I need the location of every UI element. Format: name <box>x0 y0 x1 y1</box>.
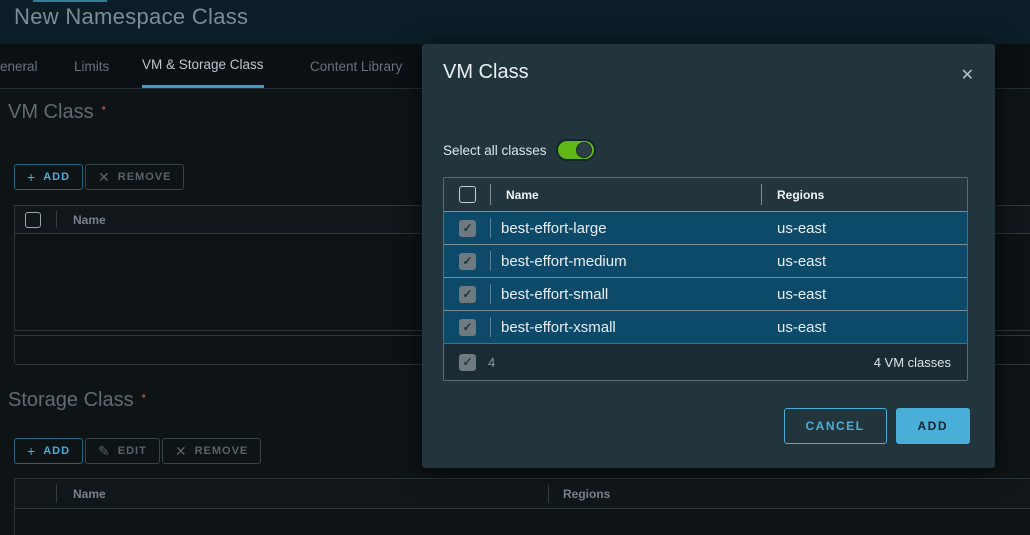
select-all-label: Select all classes <box>443 142 547 158</box>
row-checkbox[interactable]: ✓ <box>459 219 476 237</box>
vm-class-heading: VM Class • <box>8 101 106 123</box>
row-name: best-effort-small <box>501 285 609 303</box>
cancel-button[interactable]: CANCEL <box>783 408 887 444</box>
row-checkbox[interactable]: ✓ <box>459 252 476 270</box>
window-header: New Namespace Class <box>0 0 1030 44</box>
modal-vm-class-table: Name Regions ✓ best-effort-large us-east… <box>443 177 968 381</box>
modal-title: VM Class <box>443 61 529 83</box>
row-checkbox[interactable]: ✓ <box>459 318 476 336</box>
modal-table-header: Name Regions <box>444 178 967 211</box>
vm-class-modal: VM Class ✕ Select all classes Name Regio… <box>422 44 995 468</box>
row-checkbox[interactable]: ✓ <box>459 285 476 303</box>
modal-select-all-checkbox[interactable] <box>459 186 476 203</box>
modal-name-header: Name <box>506 187 539 202</box>
storage-edit-button[interactable]: ✎ EDIT <box>85 438 160 464</box>
row-regions: us-east <box>777 252 827 270</box>
modal-regions-header: Regions <box>777 187 825 202</box>
total-vm-classes: 4 VM classes <box>873 354 951 370</box>
tab-content-library[interactable]: Content Library <box>310 44 402 88</box>
storage-class-table: Name Regions <box>14 478 1030 535</box>
row-name: best-effort-medium <box>501 252 627 270</box>
table-row[interactable]: ✓ best-effort-medium us-east <box>444 244 967 277</box>
row-regions: us-east <box>777 219 827 237</box>
storage-table-name-header: Name <box>73 486 106 501</box>
toggle-knob <box>575 142 592 158</box>
vm-table-select-all-checkbox[interactable] <box>25 211 41 228</box>
table-row[interactable]: ✓ best-effort-large us-east <box>444 211 967 244</box>
table-row[interactable]: ✓ best-effort-xsmall us-east <box>444 310 967 343</box>
add-button[interactable]: ADD <box>895 408 970 444</box>
storage-table-regions-header: Regions <box>563 486 611 501</box>
row-regions: us-east <box>777 318 827 336</box>
modal-table-footer: ✓ 4 4 VM classes <box>444 343 967 380</box>
vsphere-namespace-screen: New Namespace Class eneral Limits VM & S… <box>0 0 1030 535</box>
vm-table-name-header: Name <box>73 212 106 227</box>
selected-count: 4 <box>488 354 496 370</box>
vm-add-button[interactable]: + ADD <box>14 164 84 190</box>
close-icon[interactable]: ✕ <box>961 68 974 84</box>
required-asterisk: • <box>141 389 146 403</box>
vm-remove-button[interactable]: ✕ REMOVE <box>85 164 185 190</box>
tab-limits[interactable]: Limits <box>74 44 109 88</box>
tab-general[interactable]: eneral <box>0 44 38 88</box>
plus-icon: + <box>27 169 37 185</box>
footer-checkbox[interactable]: ✓ <box>459 353 476 371</box>
row-name: best-effort-xsmall <box>501 318 616 336</box>
select-all-toggle[interactable] <box>555 139 596 161</box>
top-accent-line <box>33 0 107 2</box>
x-icon: ✕ <box>174 442 188 459</box>
row-regions: us-east <box>777 285 827 303</box>
plus-icon: + <box>27 443 37 459</box>
page-title: New Namespace Class <box>14 4 249 29</box>
storage-table-empty-body <box>14 509 1030 535</box>
required-asterisk: • <box>101 101 106 115</box>
storage-remove-button[interactable]: ✕ REMOVE <box>161 438 262 464</box>
tab-vm-storage-class[interactable]: VM & Storage Class <box>142 44 264 88</box>
table-row[interactable]: ✓ best-effort-small us-east <box>444 277 967 310</box>
storage-class-heading: Storage Class • <box>8 389 146 411</box>
row-name: best-effort-large <box>501 219 607 237</box>
storage-add-button[interactable]: + ADD <box>14 438 84 464</box>
pencil-icon: ✎ <box>98 442 111 459</box>
x-icon: ✕ <box>98 168 111 185</box>
